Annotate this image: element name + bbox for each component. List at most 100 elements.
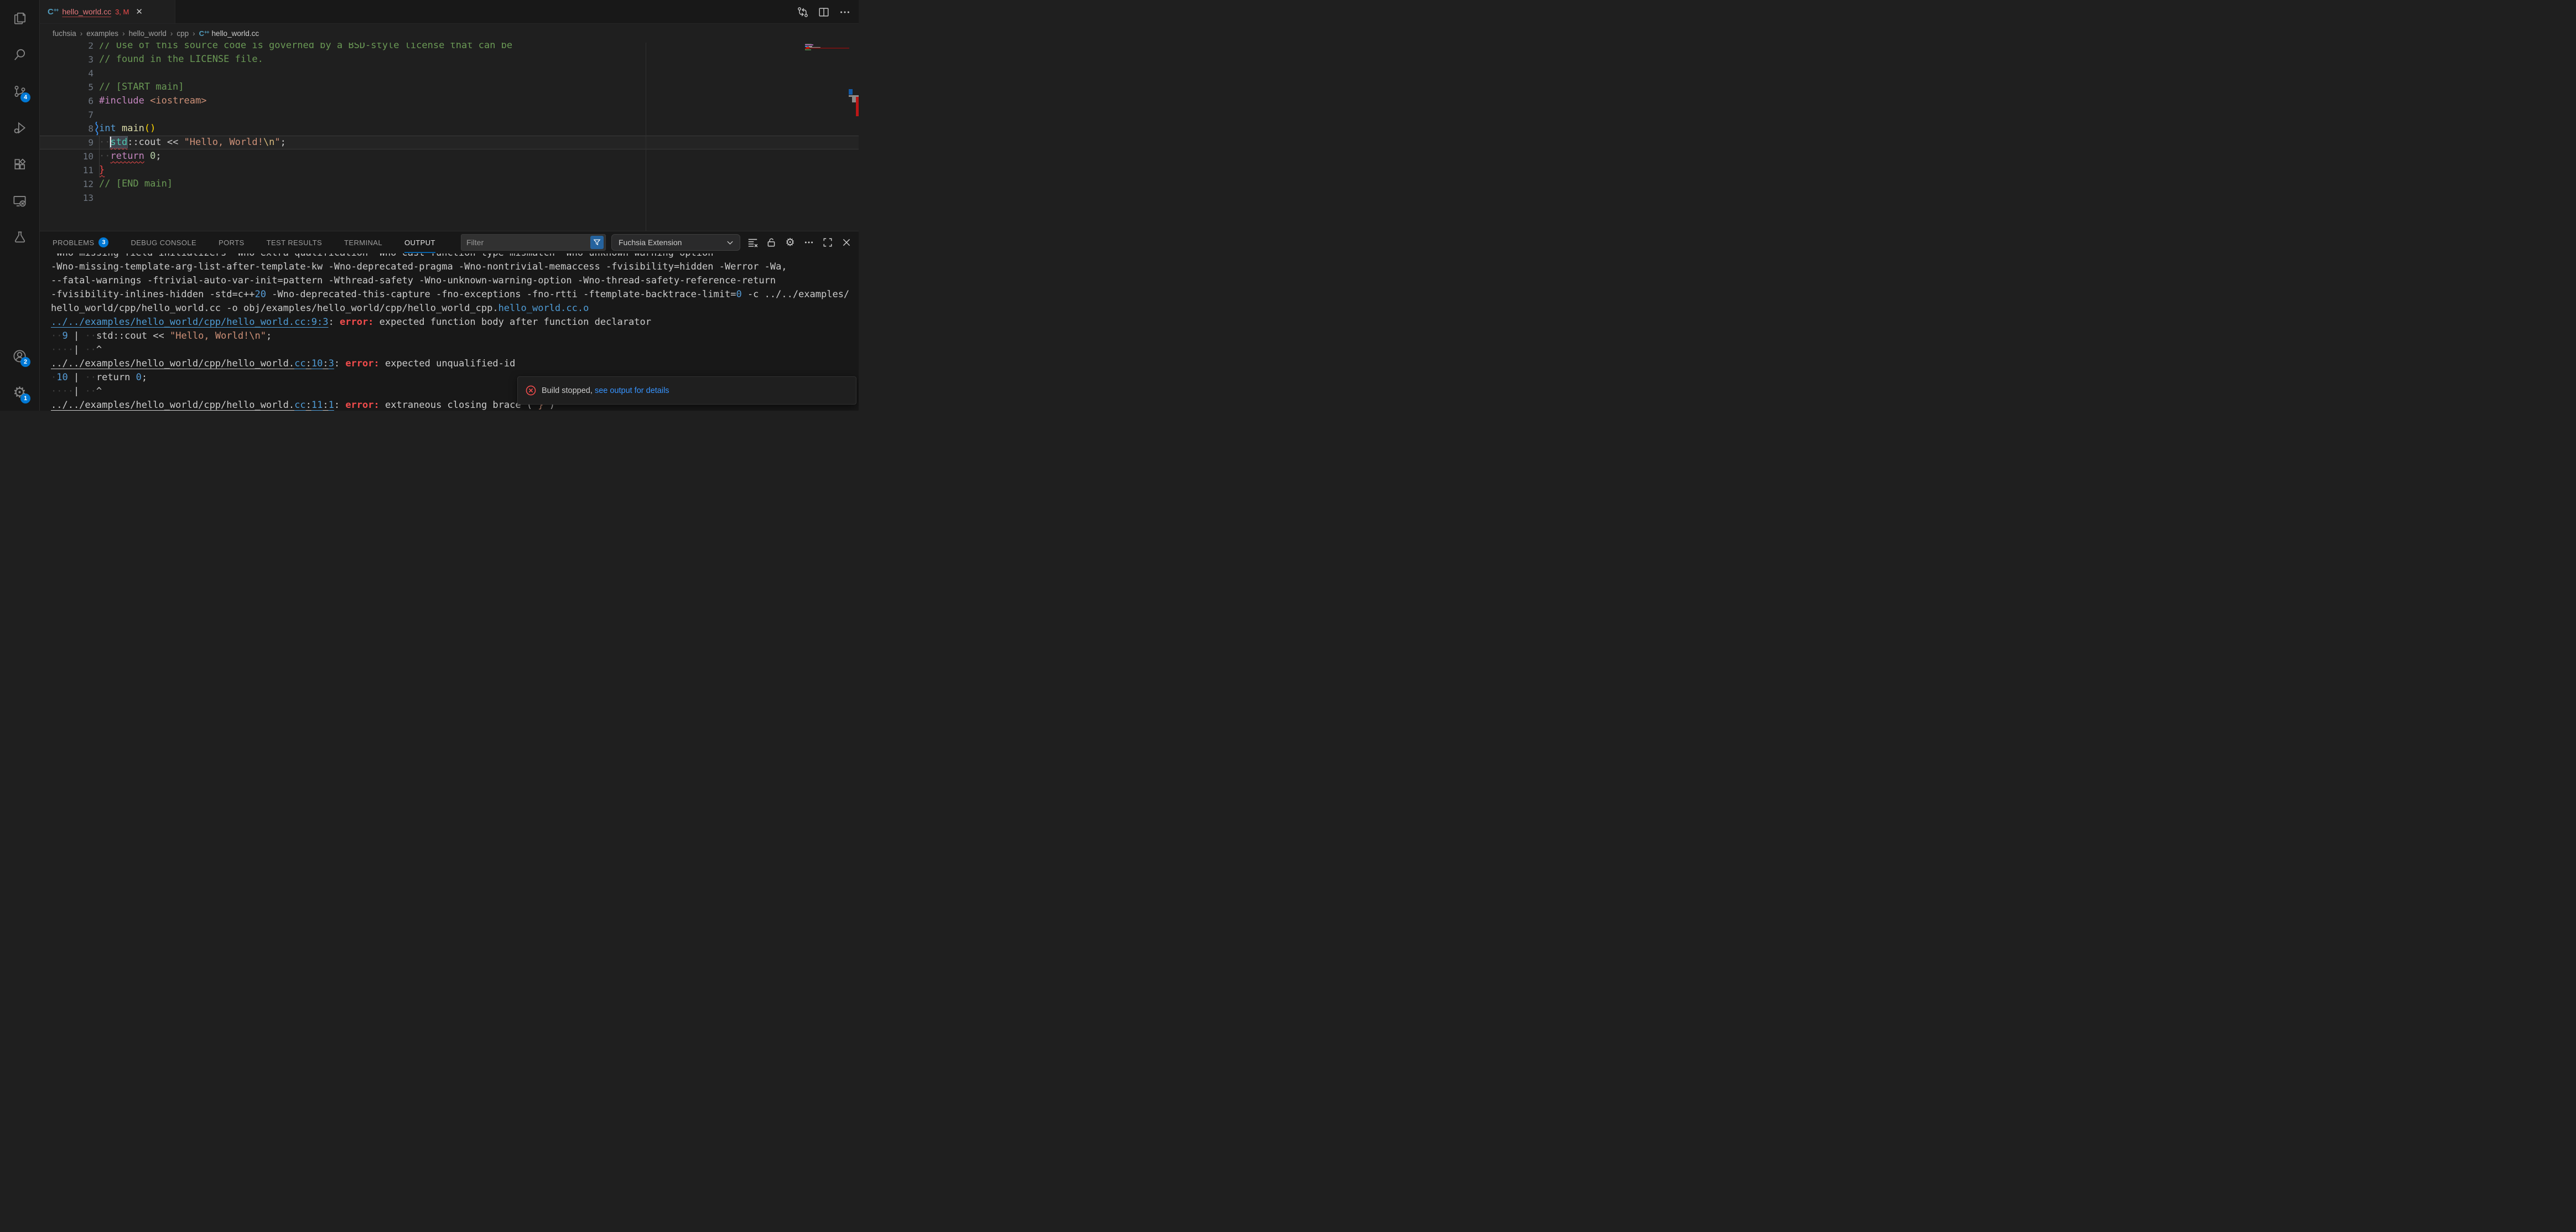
breadcrumb-separator: › bbox=[80, 29, 83, 38]
code-line-10[interactable]: 10··return 0; bbox=[40, 149, 859, 163]
search-icon[interactable] bbox=[0, 37, 39, 73]
file-link[interactable]: cc bbox=[294, 358, 305, 369]
panel-controls: Fuchsia Extension ⚙ bbox=[461, 234, 853, 251]
output-filter bbox=[461, 234, 606, 251]
maximize-panel-icon[interactable] bbox=[821, 236, 834, 249]
line-number: 9 bbox=[40, 136, 94, 149]
cpp-file-icon: C++ bbox=[199, 29, 209, 38]
tab-file-name: hello_world.cc bbox=[62, 7, 111, 16]
minimap[interactable] bbox=[805, 40, 849, 57]
tab-hello-world-cc[interactable]: C++ hello_world.cc 3, M ✕ bbox=[40, 0, 175, 23]
line-number: 13 bbox=[40, 191, 94, 205]
code-line-4[interactable]: 4 bbox=[40, 66, 859, 80]
explorer-icon[interactable] bbox=[0, 0, 39, 37]
code-lines: 2// Use of this source code is governed … bbox=[40, 39, 859, 205]
split-editor-icon[interactable] bbox=[818, 6, 830, 18]
line-number: 4 bbox=[40, 66, 94, 80]
testing-icon[interactable] bbox=[0, 219, 39, 256]
code-line-9[interactable]: 9··std::cout << "Hello, World!\n"; bbox=[40, 136, 859, 149]
settings-badge: 1 bbox=[20, 394, 30, 403]
breadcrumb: fuchsia › examples › hello_world › cpp ›… bbox=[40, 24, 859, 43]
close-panel-icon[interactable] bbox=[840, 236, 853, 249]
file-link[interactable]: 11 bbox=[311, 400, 323, 411]
panel-tab-ports[interactable]: PORTS bbox=[219, 232, 245, 253]
panel-tab-problems[interactable]: PROBLEMS3 bbox=[53, 232, 108, 253]
breadcrumb-item-cpp[interactable]: cpp bbox=[176, 29, 189, 38]
more-actions-icon[interactable] bbox=[802, 236, 816, 249]
line-number: 5 bbox=[40, 80, 94, 94]
panel-tab-test-results[interactable]: TEST RESULTS bbox=[267, 232, 322, 253]
more-actions-icon[interactable] bbox=[839, 6, 851, 18]
code-editor[interactable]: 2// Use of this source code is governed … bbox=[40, 24, 859, 231]
vscode-window: 4 bbox=[0, 0, 859, 411]
output-line: --fatal-warnings -ftrivial-auto-var-init… bbox=[51, 274, 859, 288]
editor-tab-bar: C++ hello_world.cc 3, M ✕ bbox=[40, 0, 859, 24]
editor-actions bbox=[797, 0, 851, 24]
file-link[interactable]: cc bbox=[294, 400, 305, 411]
indent-guide bbox=[99, 136, 100, 177]
file-link[interactable]: : bbox=[323, 358, 328, 369]
file-link[interactable]: : bbox=[306, 358, 311, 369]
code-line-7[interactable]: 7 bbox=[40, 108, 859, 122]
file-link[interactable]: hello_world.cc.o bbox=[498, 303, 589, 314]
output-channel-value: Fuchsia Extension bbox=[619, 238, 682, 247]
run-debug-icon[interactable] bbox=[0, 110, 39, 146]
scrollbar-thumb bbox=[852, 96, 856, 102]
output-line: ··9 | ··std::cout << "Hello, World!\n"; bbox=[51, 329, 859, 343]
file-link[interactable]: ../../examples/hello_world/cpp/hello_wor… bbox=[51, 317, 329, 328]
settings-gear-icon[interactable]: ⚙ 1 bbox=[0, 374, 39, 411]
filter-icon[interactable] bbox=[590, 236, 604, 249]
cpp-file-icon: C++ bbox=[48, 7, 58, 17]
accounts-icon[interactable]: 2 bbox=[0, 338, 39, 374]
line-number: 8 bbox=[40, 122, 94, 136]
code-line-11[interactable]: 11} bbox=[40, 163, 859, 177]
main-area: C++ hello_world.cc 3, M ✕ bbox=[40, 0, 859, 411]
breadcrumb-item-hello-world[interactable]: hello_world bbox=[129, 29, 167, 38]
compare-changes-icon[interactable] bbox=[797, 6, 809, 18]
output-line: hello_world/cpp/hello_world.cc -o obj/ex… bbox=[51, 302, 859, 315]
accounts-badge: 2 bbox=[20, 357, 30, 367]
modified-overview-mark bbox=[849, 89, 853, 95]
panel-tab-debug-console[interactable]: DEBUG CONSOLE bbox=[131, 232, 196, 253]
notification-toast[interactable]: Build stopped, see output for details bbox=[517, 376, 856, 405]
filter-input[interactable] bbox=[466, 238, 590, 247]
modified-gutter-marker bbox=[95, 122, 98, 136]
code-line-5[interactable]: 5// [START main] bbox=[40, 80, 859, 94]
output-line: ····| ··^ bbox=[51, 343, 859, 357]
line-number: 10 bbox=[40, 149, 94, 163]
file-link[interactable]: 10 bbox=[311, 358, 323, 369]
panel-tab-terminal[interactable]: TERMINAL bbox=[344, 232, 382, 253]
error-overview-mark bbox=[856, 97, 859, 116]
code-line-8[interactable]: 8int main() bbox=[40, 122, 859, 136]
code-line-6[interactable]: 6#include <iostream> bbox=[40, 94, 859, 108]
extensions-icon[interactable] bbox=[0, 146, 39, 183]
code-line-12[interactable]: 12// [END main] bbox=[40, 177, 859, 191]
file-link[interactable]: 1 bbox=[329, 400, 334, 411]
unlock-icon[interactable] bbox=[765, 236, 778, 249]
activity-bar: 4 bbox=[0, 0, 40, 411]
source-control-badge: 4 bbox=[20, 92, 30, 102]
problems-count-badge: 3 bbox=[98, 237, 108, 247]
breadcrumb-item-fuchsia[interactable]: fuchsia bbox=[53, 29, 76, 38]
output-line: -Wno-missing-field-initializers -Wno-ext… bbox=[51, 253, 859, 260]
breadcrumb-item-file[interactable]: C++ hello_world.cc bbox=[199, 29, 259, 38]
breadcrumb-item-examples[interactable]: examples bbox=[86, 29, 118, 38]
tab-close-icon[interactable]: ✕ bbox=[136, 7, 143, 17]
output-line: ../../examples/hello_world/cpp/hello_wor… bbox=[51, 357, 859, 371]
file-link[interactable]: : bbox=[306, 400, 311, 411]
code-line-13[interactable]: 13 bbox=[40, 191, 859, 205]
panel-tab-output[interactable]: OUTPUT bbox=[404, 232, 435, 253]
source-control-icon[interactable]: 4 bbox=[0, 73, 39, 110]
file-link[interactable]: ../../examples/hello_world/cpp/hello_wor… bbox=[51, 400, 294, 411]
file-link[interactable]: : bbox=[323, 400, 328, 411]
code-line-3[interactable]: 3// found in the LICENSE file. bbox=[40, 53, 859, 66]
remote-explorer-icon[interactable] bbox=[0, 183, 39, 219]
clear-output-icon[interactable] bbox=[746, 236, 759, 249]
settings-gear-icon[interactable]: ⚙ bbox=[783, 236, 797, 249]
file-link[interactable]: 3 bbox=[329, 358, 334, 369]
output-channel-select[interactable]: Fuchsia Extension bbox=[611, 234, 740, 251]
file-link[interactable]: ../../examples/hello_world/cpp/hello_wor… bbox=[51, 358, 294, 369]
see-output-link[interactable]: see output for details bbox=[595, 386, 669, 395]
panel-header: PROBLEMS3 DEBUG CONSOLE PORTS TEST RESULTS T… bbox=[40, 231, 859, 253]
panel-tabs: PROBLEMS3 DEBUG CONSOLE PORTS TEST RESULTS T… bbox=[53, 232, 461, 253]
